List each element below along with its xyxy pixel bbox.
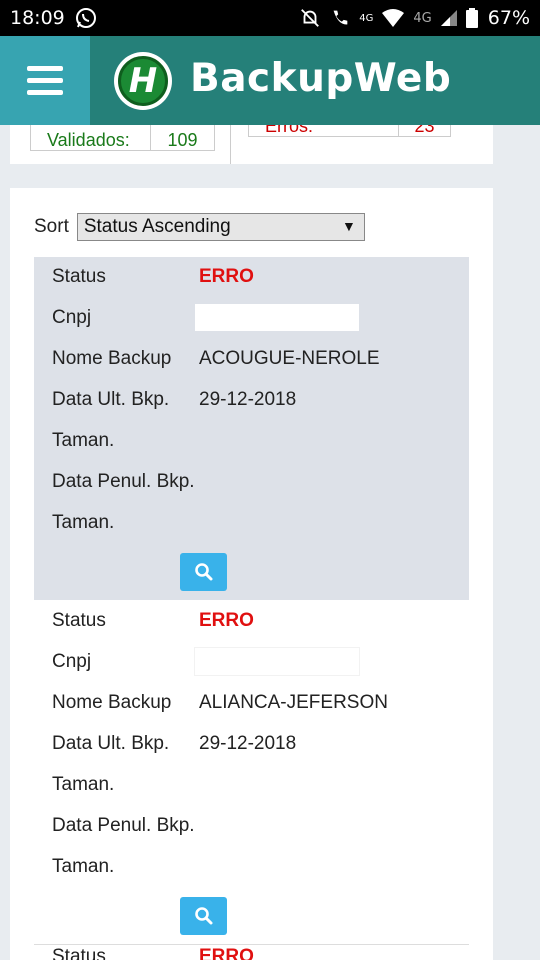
last-backup-value: 29-12-2018 [199, 389, 297, 410]
search-icon [194, 563, 212, 581]
size-row: Taman. [52, 503, 469, 544]
network-type-1: 4G [359, 12, 374, 24]
network-type-2: 4G [413, 10, 432, 26]
status-bar: 18:09 4G 4G 67% [0, 0, 540, 36]
name-label: Nome Backup [52, 348, 172, 369]
cnpj-row: Cnpj [52, 642, 469, 683]
status-value: ERRO [199, 946, 254, 960]
validated-value: 109 [167, 130, 198, 150]
size-label: Taman. [52, 774, 115, 795]
size-label: Taman. [52, 430, 115, 451]
error-label: Erros: [249, 125, 399, 136]
last-backup-label: Data Ult. Bkp. [52, 389, 170, 410]
name-row: Nome Backup ACOUGUE-NEROLE [52, 339, 469, 380]
stats-summary: Validados: 109 Erros: 23 [10, 125, 493, 164]
size-label: Taman. [52, 856, 115, 877]
sort-row: Sort Status Ascending ▼ [34, 213, 365, 241]
battery-icon [465, 8, 478, 28]
cnpj-redacted [195, 648, 359, 675]
search-icon [194, 907, 212, 925]
status-label: Status [52, 266, 106, 287]
last-backup-label: Data Ult. Bkp. [52, 733, 170, 754]
whatsapp-icon [76, 8, 96, 28]
logo-letter: H [118, 56, 168, 106]
hamburger-menu-icon [27, 66, 63, 95]
stats-divider [230, 125, 231, 164]
view-details-button[interactable] [180, 553, 227, 591]
dropdown-arrow-icon: ▼ [342, 218, 356, 234]
cnpj-label: Cnpj [52, 651, 92, 672]
prev-backup-row: Data Penul. Bkp. [52, 806, 469, 847]
size-row: Taman. [52, 421, 469, 462]
prev-backup-label: Data Penul. Bkp. [52, 471, 195, 492]
size-row: Taman. [52, 847, 469, 888]
backup-record: Status ERRO Cnpj Nome Backup ACOUGUE-NER… [34, 257, 469, 600]
error-value: 23 [414, 125, 435, 136]
last-backup-row: Data Ult. Bkp. 29-12-2018 [52, 380, 469, 421]
battery-percent: 67% [487, 7, 530, 29]
status-value: ERRO [199, 610, 254, 631]
record-divider [34, 944, 469, 945]
app-header: H BackupWeb [0, 36, 540, 125]
backup-record: Status ERRO [34, 946, 469, 960]
app-logo: H [114, 52, 172, 110]
sort-label: Sort [34, 216, 69, 237]
name-label: Nome Backup [52, 692, 172, 713]
clock: 18:09 [10, 7, 65, 29]
status-row: Status ERRO [52, 601, 469, 642]
status-row: Status ERRO [52, 946, 469, 960]
name-value: ACOUGUE-NEROLE [199, 348, 380, 369]
cnpj-redacted [195, 304, 359, 331]
signal-icon [440, 10, 457, 26]
validated-label: Validados: [31, 125, 151, 150]
menu-button[interactable] [0, 36, 90, 125]
wifi-icon [382, 9, 405, 27]
size-label: Taman. [52, 512, 115, 533]
status-label: Status [52, 946, 106, 960]
name-row: Nome Backup ALIANCA-JEFERSON [52, 683, 469, 724]
app-title: BackupWeb [190, 56, 452, 101]
validated-stat: Validados: 109 [30, 125, 215, 151]
name-value: ALIANCA-JEFERSON [199, 692, 388, 713]
last-backup-row: Data Ult. Bkp. 29-12-2018 [52, 724, 469, 765]
sort-selected-value: Status Ascending [83, 216, 231, 237]
status-value: ERRO [199, 266, 254, 287]
backup-record: Status ERRO Cnpj Nome Backup ALIANCA-JEF… [34, 601, 469, 944]
prev-backup-row: Data Penul. Bkp. [52, 462, 469, 503]
backup-list-card: Sort Status Ascending ▼ Status ERRO Cnpj… [10, 188, 493, 960]
cnpj-label: Cnpj [52, 307, 92, 328]
last-backup-value: 29-12-2018 [199, 733, 297, 754]
wifi-call-icon [333, 10, 348, 25]
prev-backup-label: Data Penul. Bkp. [52, 815, 195, 836]
size-row: Taman. [52, 765, 469, 806]
status-row: Status ERRO [52, 257, 469, 298]
cnpj-row: Cnpj [52, 298, 469, 339]
status-label: Status [52, 610, 106, 631]
sort-select[interactable]: Status Ascending ▼ [76, 213, 365, 241]
view-details-button[interactable] [180, 897, 227, 935]
error-stat: Erros: 23 [248, 125, 451, 137]
notifications-off-icon [301, 9, 320, 27]
